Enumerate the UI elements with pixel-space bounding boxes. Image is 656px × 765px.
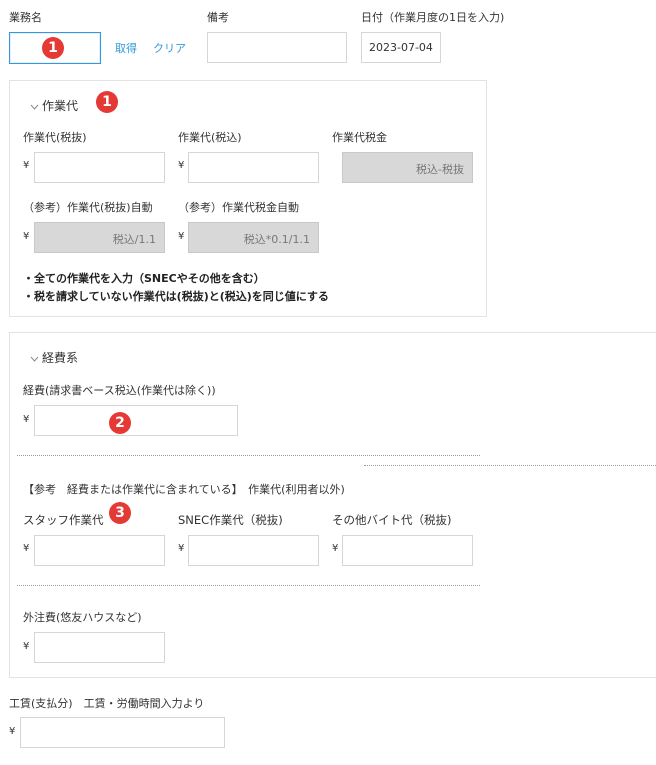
yen-symbol: ¥ [23,641,30,652]
clear-link[interactable]: クリア [153,40,186,56]
expenses-title: 経費系 [42,351,79,365]
outsource-input[interactable] [34,632,165,663]
work-fee-excl-label: 作業代(税抜) [23,131,87,144]
expense-input[interactable] [34,405,238,436]
ref-excl-input: 税込/1.1 [34,222,165,253]
yen-symbol: ¥ [23,543,30,554]
fetch-link[interactable]: 取得 [115,40,137,56]
work-fee-incl-label: 作業代(税込) [178,131,242,144]
ref-tax-placeholder: 税込*0.1/1.1 [243,233,310,246]
yen-symbol: ¥ [178,160,185,171]
wages-label: 工賃(支払分) 工賃・労働時間入力より [9,697,205,710]
ref-tax-label: （参考）作業代税金自動 [178,201,299,214]
work-fee-title: 作業代 [42,99,79,113]
work-fee-incl-input[interactable] [188,152,319,183]
yen-symbol: ¥ [23,231,30,242]
ref-excl-placeholder: 税込/1.1 [112,233,156,246]
other-parttime-label: その他バイト代（税抜) [332,513,452,527]
remarks-input[interactable] [207,32,347,63]
work-fee-note-1: ・全ての作業代を入力（SNECやその他を含む） [23,272,265,285]
snec-fee-input[interactable] [188,535,319,566]
yen-symbol: ¥ [23,414,30,425]
work-fee-tax-label: 作業代税金 [332,131,387,144]
divider [364,465,656,466]
staff-fee-input[interactable] [34,535,165,566]
other-parttime-input[interactable] [342,535,473,566]
chevron-down-icon [30,354,42,365]
work-fee-excl-input[interactable] [34,152,165,183]
business-name-label: 業務名 [9,11,42,24]
yen-symbol: ¥ [9,726,16,737]
marker-2-expense: 2 [109,412,131,434]
marker-1-top: 1 [42,37,64,59]
expense-label: 経費(請求書ベース税込(作業代は除く)) [23,384,216,397]
yen-symbol: ¥ [178,231,185,242]
staff-fee-label: スタッフ作業代 [23,513,104,527]
expenses-header[interactable]: 経費系 [30,349,78,366]
ref-tax-input: 税込*0.1/1.1 [188,222,319,253]
ref-excl-label: （参考）作業代(税抜)自動 [23,201,153,214]
yen-symbol: ¥ [332,543,339,554]
remarks-label: 備考 [207,11,229,24]
date-label: 日付（作業月度の1日を入力) [361,11,505,24]
work-fee-header[interactable]: 作業代 [30,97,78,114]
divider [17,455,480,456]
chevron-down-icon [30,102,42,113]
outsource-label: 外注費(悠友ハウスなど) [23,611,142,624]
work-fee-tax-placeholder: 税込-税抜 [416,163,464,176]
date-value: 2023-07-04 [369,41,433,54]
work-fee-tax-input: 税込-税抜 [342,152,473,183]
work-fee-note-2: ・税を請求していない作業代は(税抜)と(税込)を同じ値にする [23,290,329,303]
date-input[interactable]: 2023-07-04 [361,32,441,63]
wages-input[interactable] [20,717,225,748]
marker-1-work-fee: 1 [96,91,118,113]
snec-fee-label: SNEC作業代（税抜) [178,513,283,527]
yen-symbol: ¥ [178,543,185,554]
divider [17,585,480,586]
ref-expense-heading: 【参考 経費または作業代に含まれている】 作業代(利用者以外) [23,483,345,496]
marker-3-staff: 3 [109,502,131,524]
yen-symbol: ¥ [23,160,30,171]
